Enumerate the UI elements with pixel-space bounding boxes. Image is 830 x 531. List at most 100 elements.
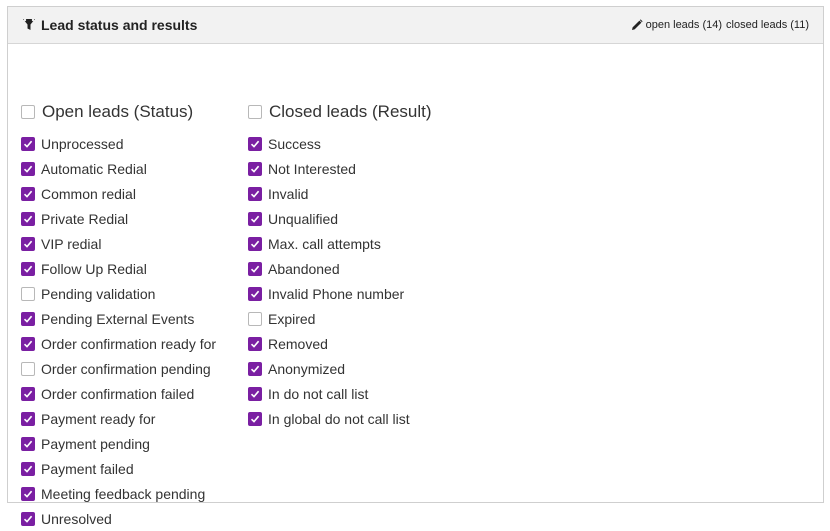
open-leads-item[interactable]: Payment failed bbox=[21, 456, 241, 481]
closed-leads-item-checkbox[interactable] bbox=[248, 336, 262, 351]
closed-leads-item[interactable]: Expired bbox=[248, 306, 478, 331]
open-leads-item[interactable]: Order confirmation ready for bbox=[21, 331, 241, 356]
open-leads-item-checkbox[interactable] bbox=[21, 486, 35, 501]
open-leads-item-checkbox[interactable] bbox=[21, 161, 35, 176]
closed-leads-item-checkbox[interactable] bbox=[248, 361, 262, 376]
closed-leads-item-label: Unqualified bbox=[268, 210, 339, 227]
open-leads-item[interactable]: Unprocessed bbox=[21, 131, 241, 156]
open-leads-item[interactable]: Order confirmation failed bbox=[21, 381, 241, 406]
closed-leads-item-checkbox[interactable] bbox=[248, 161, 262, 176]
open-leads-item-checkbox[interactable] bbox=[21, 336, 35, 351]
closed-leads-item-label: Removed bbox=[268, 335, 328, 352]
open-leads-item-checkbox[interactable] bbox=[21, 361, 35, 376]
open-leads-item-checkbox[interactable] bbox=[21, 311, 35, 326]
closed-leads-item-checkbox[interactable] bbox=[248, 211, 262, 226]
closed-leads-item[interactable]: Invalid bbox=[248, 181, 478, 206]
open-leads-item-label: Payment pending bbox=[41, 435, 150, 452]
open-leads-item-label: Automatic Redial bbox=[41, 160, 147, 177]
closed-leads-item-checkbox[interactable] bbox=[248, 136, 262, 151]
open-leads-item-label: Payment failed bbox=[41, 460, 134, 477]
closed-leads-item-checkbox[interactable] bbox=[248, 411, 262, 426]
closed-leads-select-all-checkbox[interactable] bbox=[248, 105, 262, 119]
closed-leads-item-label: Invalid bbox=[268, 185, 309, 202]
closed-leads-item[interactable]: Max. call attempts bbox=[248, 231, 478, 256]
open-leads-item-label: Meeting feedback pending bbox=[41, 485, 206, 502]
open-leads-header: Open leads (Status) bbox=[21, 100, 241, 124]
open-leads-link[interactable]: open leads (14) bbox=[646, 19, 722, 31]
open-leads-item-label: Pending validation bbox=[41, 285, 156, 302]
open-leads-item-checkbox[interactable] bbox=[21, 511, 35, 526]
open-leads-item[interactable]: Pending validation bbox=[21, 281, 241, 306]
closed-leads-item[interactable]: In global do not call list bbox=[248, 406, 478, 431]
lead-status-panel: Lead status and results open leads (14) … bbox=[7, 6, 824, 527]
closed-leads-item-checkbox[interactable] bbox=[248, 386, 262, 401]
open-leads-select-all-checkbox[interactable] bbox=[21, 105, 35, 119]
panel-header: Lead status and results open leads (14) … bbox=[8, 7, 823, 44]
header-left: Lead status and results bbox=[22, 17, 197, 33]
open-leads-item-checkbox[interactable] bbox=[21, 461, 35, 476]
closed-leads-item[interactable]: In do not call list bbox=[248, 381, 478, 406]
closed-leads-item[interactable]: Success bbox=[248, 131, 478, 156]
closed-leads-item-checkbox[interactable] bbox=[248, 261, 262, 276]
open-leads-item[interactable]: Payment pending bbox=[21, 431, 241, 456]
open-leads-item-label: Payment ready for bbox=[41, 410, 156, 427]
open-leads-item-label: Unprocessed bbox=[41, 135, 124, 152]
closed-leads-item[interactable]: Removed bbox=[248, 331, 478, 356]
closed-leads-item-checkbox[interactable] bbox=[248, 236, 262, 251]
closed-leads-item[interactable]: Not Interested bbox=[248, 156, 478, 181]
closed-leads-item-checkbox[interactable] bbox=[248, 311, 262, 326]
open-leads-item[interactable]: Meeting feedback pending bbox=[21, 481, 241, 506]
closed-leads-item[interactable]: Unqualified bbox=[248, 206, 478, 231]
open-leads-item[interactable]: Unresolved bbox=[21, 506, 241, 531]
closed-leads-item[interactable]: Anonymized bbox=[248, 356, 478, 381]
open-leads-item-label: Order confirmation failed bbox=[41, 385, 195, 402]
header-right: open leads (14) closed leads (11) bbox=[631, 19, 809, 31]
closed-leads-title: Closed leads (Result) bbox=[269, 102, 432, 121]
open-leads-item-checkbox[interactable] bbox=[21, 411, 35, 426]
closed-leads-item-label: In do not call list bbox=[268, 385, 369, 402]
open-leads-item[interactable]: Follow Up Redial bbox=[21, 256, 241, 281]
open-leads-column: Open leads (Status) Unprocessed Automatic… bbox=[21, 100, 241, 531]
open-leads-item-checkbox[interactable] bbox=[21, 386, 35, 401]
funnel-icon bbox=[22, 18, 36, 32]
closed-leads-item-label: In global do not call list bbox=[268, 410, 410, 427]
open-leads-item[interactable]: Private Redial bbox=[21, 206, 241, 231]
open-leads-item-checkbox[interactable] bbox=[21, 186, 35, 201]
panel-title: Lead status and results bbox=[41, 17, 198, 33]
open-leads-item[interactable]: Pending External Events bbox=[21, 306, 241, 331]
closed-leads-item-label: Anonymized bbox=[268, 360, 346, 377]
open-leads-title: Open leads (Status) bbox=[42, 102, 194, 121]
open-leads-item-checkbox[interactable] bbox=[21, 436, 35, 451]
pencil-icon[interactable] bbox=[631, 19, 643, 31]
open-leads-item-checkbox[interactable] bbox=[21, 236, 35, 251]
open-leads-item-label: Pending External Events bbox=[41, 310, 195, 327]
closed-leads-item-label: Not Interested bbox=[268, 160, 356, 177]
open-leads-item-label: Order confirmation ready for bbox=[41, 335, 217, 352]
open-leads-item-label: Follow Up Redial bbox=[41, 260, 147, 277]
closed-leads-column: Closed leads (Result) Success Not Interes… bbox=[248, 100, 478, 431]
open-leads-item-checkbox[interactable] bbox=[21, 261, 35, 276]
open-leads-item-checkbox[interactable] bbox=[21, 136, 35, 151]
open-leads-item[interactable]: VIP redial bbox=[21, 231, 241, 256]
open-leads-item-label: VIP redial bbox=[41, 235, 102, 252]
open-leads-item[interactable]: Order confirmation pending bbox=[21, 356, 241, 381]
closed-leads-item-label: Invalid Phone number bbox=[268, 285, 405, 302]
open-leads-item-label: Common redial bbox=[41, 185, 136, 202]
closed-leads-link[interactable]: closed leads (11) bbox=[726, 19, 809, 31]
open-leads-item-checkbox[interactable] bbox=[21, 211, 35, 226]
open-leads-list: Unprocessed Automatic Redial Common redial… bbox=[21, 131, 241, 531]
open-leads-item[interactable]: Common redial bbox=[21, 181, 241, 206]
closed-leads-header: Closed leads (Result) bbox=[248, 100, 478, 124]
open-leads-item-label: Unresolved bbox=[41, 510, 112, 527]
open-leads-item[interactable]: Automatic Redial bbox=[21, 156, 241, 181]
closed-leads-item[interactable]: Invalid Phone number bbox=[248, 281, 478, 306]
closed-leads-item-checkbox[interactable] bbox=[248, 186, 262, 201]
closed-leads-item-checkbox[interactable] bbox=[248, 286, 262, 301]
closed-leads-item[interactable]: Abandoned bbox=[248, 256, 478, 281]
open-leads-item-label: Order confirmation pending bbox=[41, 360, 211, 377]
open-leads-item-checkbox[interactable] bbox=[21, 286, 35, 301]
closed-leads-item-label: Expired bbox=[268, 310, 316, 327]
closed-leads-item-label: Max. call attempts bbox=[268, 235, 381, 252]
closed-leads-list: Success Not Interested Invalid Unqualified M… bbox=[248, 131, 478, 431]
open-leads-item[interactable]: Payment ready for bbox=[21, 406, 241, 431]
